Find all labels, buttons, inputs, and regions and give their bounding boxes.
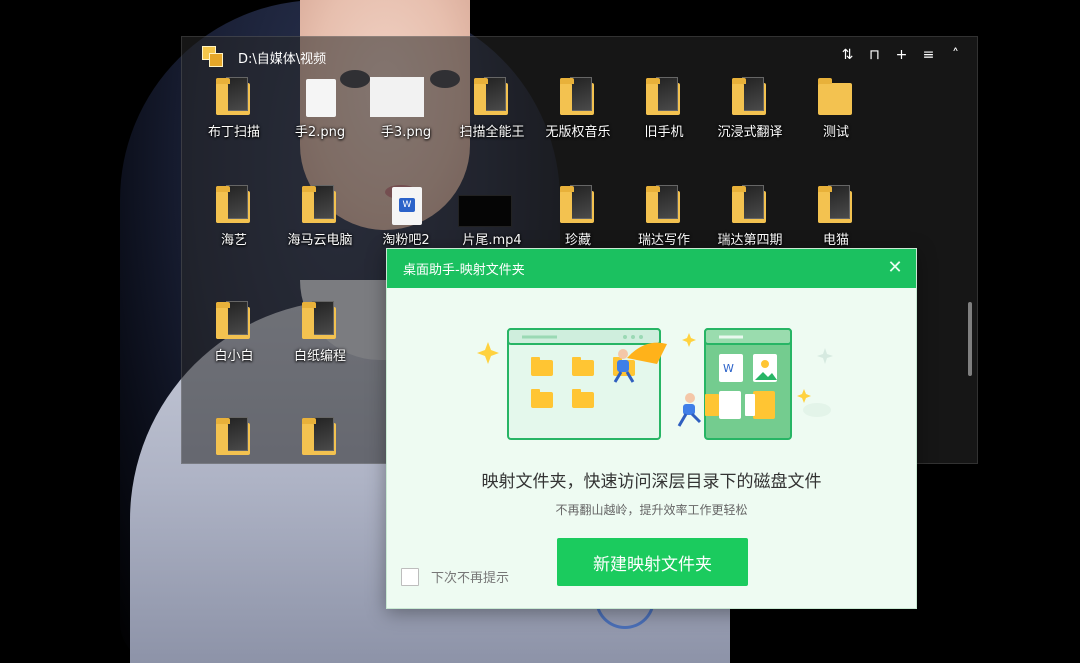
fence-item[interactable]: 布丁扫描 [186,77,282,167]
fence-item-label: 淘粉吧2 [382,233,430,248]
map-folder-illustration: W [477,328,833,440]
dont-show-again-row[interactable]: 下次不再提示 [401,567,509,586]
folder-icon [730,185,770,227]
fence-toolbar: ⇅ ⊓ + ≡ ˄ [840,48,963,63]
fence-item-label: 白纸编程 [293,349,346,364]
dont-show-again-checkbox[interactable] [401,567,419,586]
image-file-icon [370,77,426,119]
folder-icon [214,417,254,459]
source-window [507,328,661,440]
folder-icon [644,77,684,119]
fence-item-label: 瑞达写作 [637,233,690,248]
folder-icon [300,417,340,459]
fence-item-label: 旧手机 [644,125,684,140]
collapse-icon[interactable]: ˄ [948,48,963,63]
target-window [704,328,792,440]
fence-item-label: 扫描全能王 [459,125,525,140]
dont-show-again-label[interactable]: 下次不再提示 [431,567,509,586]
add-icon[interactable]: + [894,48,909,63]
dialog-subheading: 不再翻山越岭，提升效率工作更轻松 [555,503,748,517]
fence-item[interactable]: 白纸编程 [272,301,368,391]
sparkle-icon [797,389,811,403]
fence-item-label: 布丁扫描 [207,125,260,140]
fence-item-label: 瑞达第四期 [717,233,783,248]
sort-icon[interactable]: ⇅ [840,48,855,63]
folder-icon [816,185,856,227]
folder-icon [214,185,254,227]
folder-icon [753,391,775,419]
fence-item-label: 无版权音乐 [545,125,611,140]
folder-icon [472,77,512,119]
close-icon[interactable]: ✕ [886,259,904,277]
fence-item[interactable]: 测试 [788,77,884,167]
fence-item-label: 白小白 [214,349,254,364]
fence-item[interactable]: 沉浸式翻译 [702,77,798,167]
map-folder-dialog: 桌面助手-映射文件夹 ✕ W 映射文件夹，快速访问深层目录下的磁盘文件 不再翻山… [386,248,917,609]
fence-item[interactable]: 无版权音乐 [530,77,626,167]
folder-icon [558,185,598,227]
fence-item-label: 片尾.mp4 [462,233,522,248]
fence-item-label: 测试 [822,125,849,140]
fence-logo-icon [202,46,224,68]
fence-path: D:\自媒体\视频 [238,51,327,67]
folder-icon [214,77,254,119]
fence-item[interactable]: 扫描全能王 [444,77,540,167]
fence-item-label: 沉浸式翻译 [717,125,783,140]
fence-item-label: 手3.png [380,125,432,140]
fence-item[interactable]: 海艺 [186,185,282,275]
folder-icon [558,77,598,119]
sparkle-icon [477,342,499,364]
folder-icon [300,185,340,227]
folder-icon [730,77,770,119]
video-file-icon [458,185,512,227]
fence-item[interactable] [272,417,368,507]
fence-item-label: 珍藏 [564,233,591,248]
fence-item[interactable]: 旧手机 [616,77,712,167]
folder-icon [816,77,856,119]
fence-header[interactable]: D:\自媒体\视频 ⇅ ⊓ + ≡ ˄ [182,37,977,77]
word-file-icon [386,185,426,227]
dialog-heading: 映射文件夹，快速访问深层目录下的磁盘文件 [481,472,822,492]
fence-item[interactable]: 手3.png [358,77,454,167]
unlock-icon[interactable]: ⊓ [867,48,882,63]
doc-icon [719,391,741,419]
fence-item[interactable]: 海马云电脑 [272,185,368,275]
fence-item-label: 海艺 [220,233,247,248]
folder-icon [300,301,340,343]
svg-text:W: W [723,362,734,375]
sparkle-icon [682,333,696,347]
folder-icon [214,301,254,343]
folder-icon [644,185,684,227]
new-map-folder-button[interactable]: 新建映射文件夹 [557,538,748,586]
image-file-icon [300,77,340,119]
fence-scrollbar[interactable] [968,302,972,376]
fence-item[interactable] [186,417,282,507]
fence-item-label: 海马云电脑 [287,233,353,248]
dialog-title: 桌面助手-映射文件夹 [403,263,525,278]
fence-item[interactable]: 白小白 [186,301,282,391]
fence-item[interactable]: 手2.png [272,77,368,167]
fence-item-label: 电猫 [822,233,849,248]
menu-icon[interactable]: ≡ [921,48,936,63]
fence-item-label: 手2.png [294,125,346,140]
sparkle-icon [817,348,833,364]
dialog-header[interactable]: 桌面助手-映射文件夹 ✕ [387,249,916,288]
